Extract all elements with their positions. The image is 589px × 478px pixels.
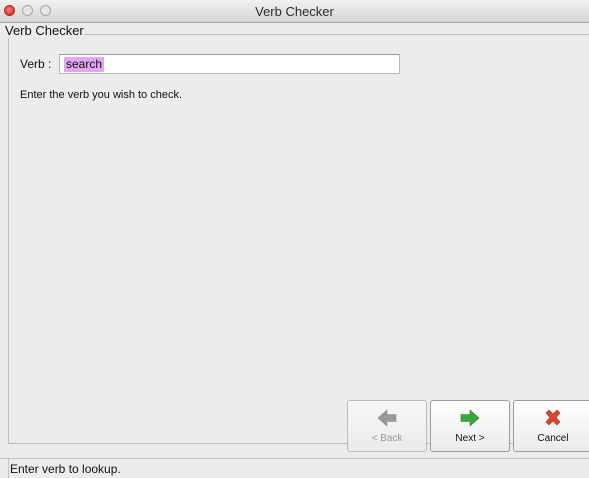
- back-arrow-icon: [377, 409, 397, 427]
- cancel-button-label: Cancel: [537, 433, 569, 444]
- window-title: Verb Checker: [255, 4, 334, 19]
- instructions-text: Enter the verb you wish to check.: [20, 89, 183, 101]
- status-divider: [8, 458, 9, 478]
- cancel-x-icon: [545, 409, 561, 426]
- verb-input-value: search: [64, 57, 105, 72]
- cancel-button[interactable]: Cancel: [513, 400, 589, 452]
- back-button[interactable]: < Back: [347, 400, 427, 452]
- status-text: Enter verb to lookup.: [10, 462, 121, 476]
- next-button-label: Next >: [455, 433, 485, 444]
- app-window: Verb Checker Verb Checker Verb : search …: [0, 0, 589, 478]
- verb-label: Verb :: [20, 57, 52, 71]
- back-button-label: < Back: [371, 433, 403, 444]
- status-bar: Enter verb to lookup.: [0, 458, 589, 478]
- panel-title: Verb Checker: [4, 23, 85, 38]
- next-arrow-icon: [460, 409, 480, 427]
- verb-input[interactable]: search: [59, 54, 400, 74]
- next-button[interactable]: Next >: [430, 400, 510, 452]
- title-bar[interactable]: Verb Checker: [0, 0, 589, 23]
